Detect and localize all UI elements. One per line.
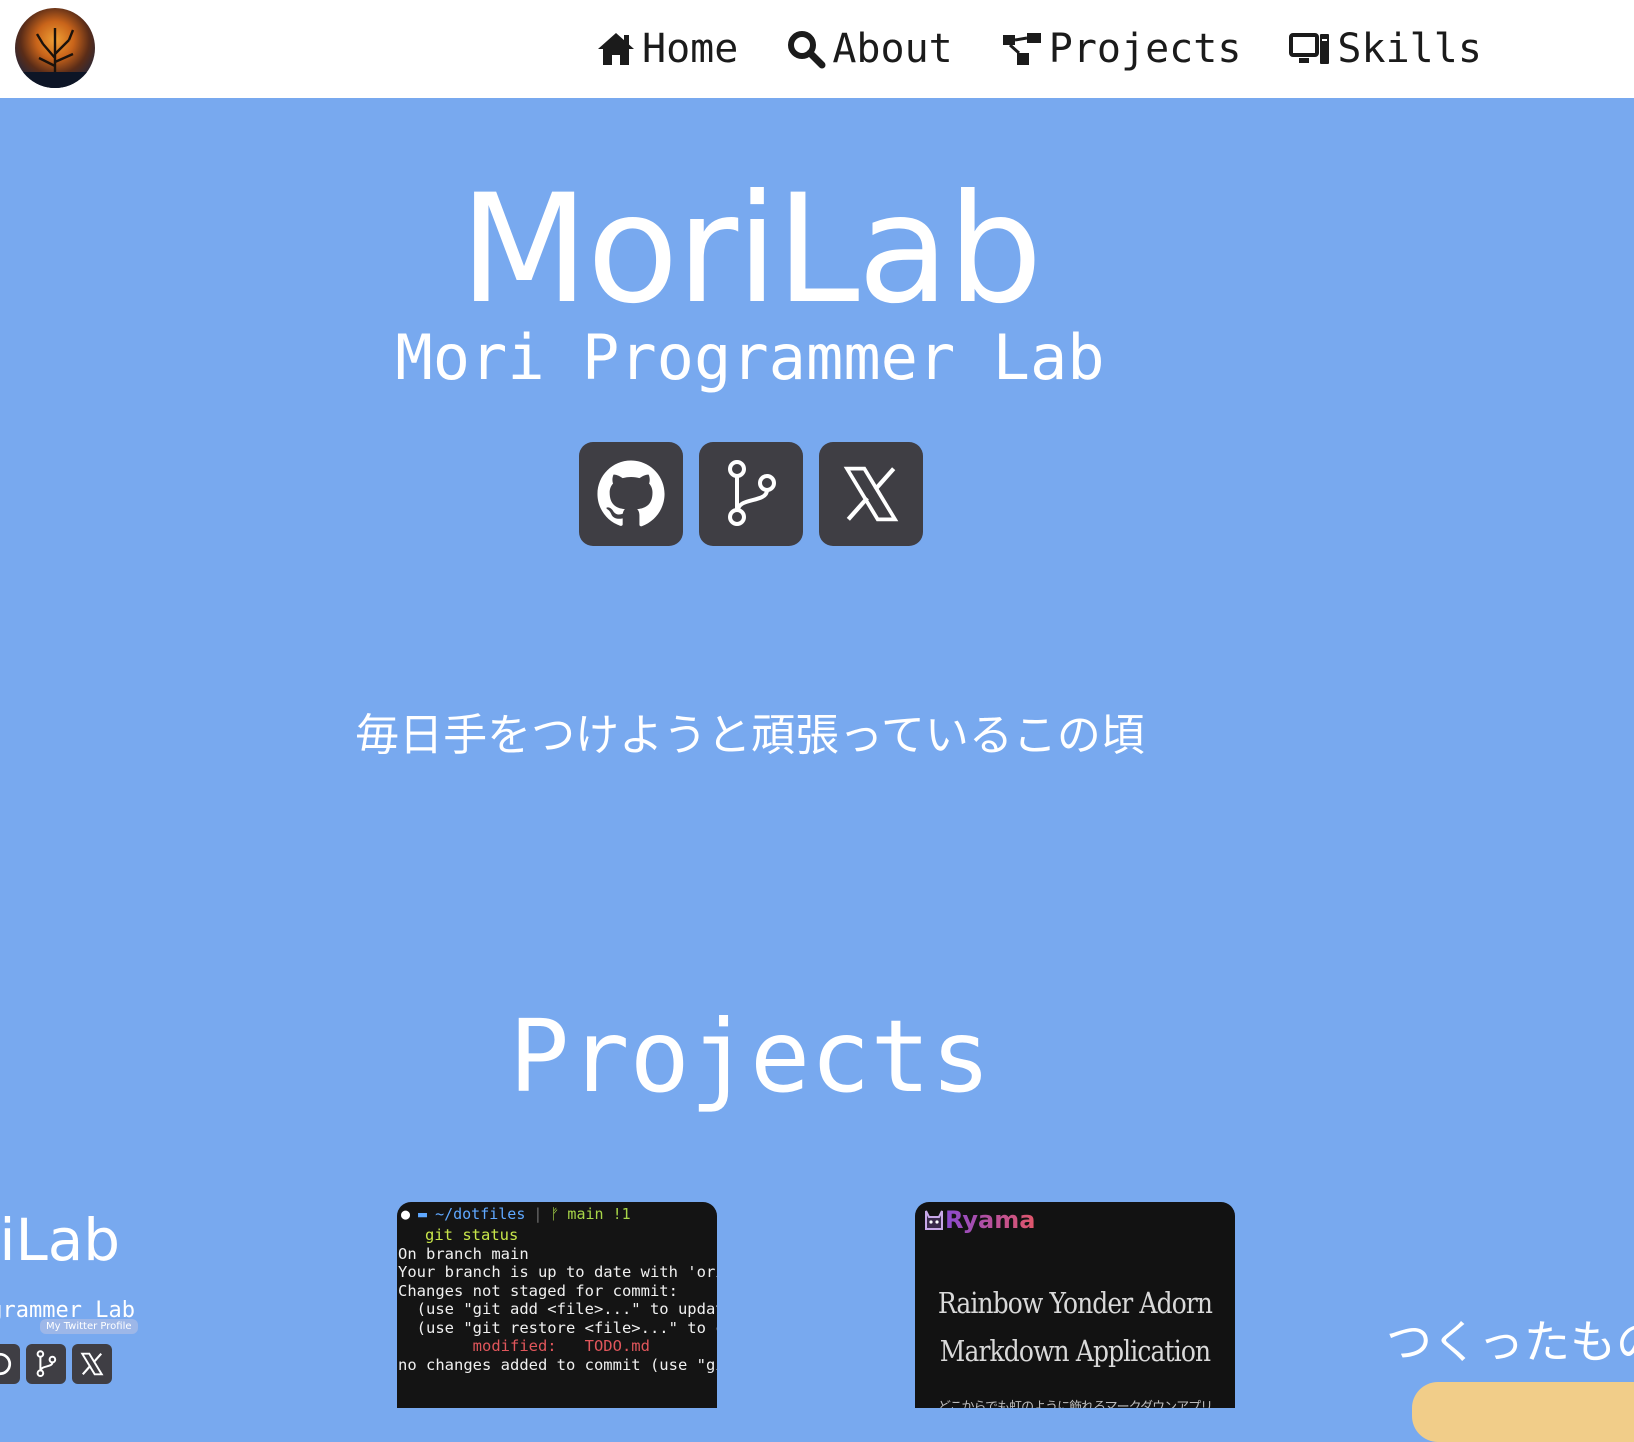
tree-logo-image (15, 28, 95, 88)
thumb-title: oriLab (0, 1208, 121, 1274)
sitemap-icon (1002, 33, 1041, 65)
terminal-output-line: (use "git restore <file>..." to c (398, 1318, 717, 1337)
nav-skills-label: Skills (1337, 26, 1482, 72)
branch-icon: ᚠ (550, 1204, 560, 1223)
nav-about-label: About (832, 26, 953, 72)
x-icon (843, 466, 899, 522)
terminal-output-line: Your branch is up to date with 'ori (398, 1263, 717, 1281)
ryama-caption: どこからでも虹のように飾れるマークダウンアプリ (937, 1400, 1213, 1408)
project-card-morilab-thumb[interactable]: oriLab ogrammer Lab My Twitter Profile (0, 1208, 175, 1408)
ryama-mascot-icon (925, 1210, 943, 1230)
ryama-brand-label: Ryama (945, 1206, 1036, 1234)
thumb-git-branch-icon (26, 1344, 66, 1384)
ryama-line1: Rainbow Yonder Adorn (937, 1286, 1213, 1320)
home-icon (598, 33, 634, 65)
site-logo[interactable] (15, 8, 95, 88)
terminal-branch: main !1 (567, 1204, 631, 1223)
prompt-separator: | (533, 1204, 543, 1223)
terminal-modified-line: modified: TODO.md (398, 1337, 650, 1355)
git-repo-link[interactable] (699, 442, 803, 546)
desktop-icon (1289, 33, 1330, 64)
nav-home[interactable]: Home (596, 26, 738, 72)
terminal-path: ~/dotfiles (435, 1204, 526, 1223)
main-nav: Home About Projects Skills (596, 24, 1530, 74)
terminal-output-line: (use "git add <file>..." to updat (398, 1300, 717, 1318)
github-link[interactable] (579, 442, 683, 546)
apple-icon: ● (401, 1204, 411, 1223)
projects-heading: Projects (509, 998, 991, 1115)
thumb-social-icons (0, 1344, 118, 1384)
project-card-dotfiles[interactable]: ● ▬ ~/dotfiles | ᚠ main !1 git status On… (397, 1202, 717, 1408)
top-navbar: Home About Projects Skills (0, 0, 1634, 98)
project-card-ryama[interactable]: Ryama Rainbow Yonder Adorn Markdown Appl… (915, 1202, 1235, 1408)
project-card-right-button[interactable] (1412, 1382, 1634, 1442)
terminal-prompt: ● ▬ ~/dotfiles | ᚠ main !1 (397, 1202, 717, 1226)
nav-projects[interactable]: Projects (1001, 26, 1242, 72)
terminal-output-line: On branch main (398, 1244, 529, 1263)
project-card-right-title: つくったもの (1386, 1315, 1634, 1369)
social-links (579, 442, 939, 546)
git-branch-icon (728, 460, 776, 526)
nav-about[interactable]: About (786, 26, 953, 72)
nav-home-label: Home (642, 26, 739, 72)
nav-skills[interactable]: Skills (1289, 26, 1482, 72)
x-twitter-link[interactable] (819, 442, 923, 546)
ryama-brand: Ryama (923, 1206, 1035, 1234)
github-icon (597, 460, 665, 527)
folder-icon: ▬ (418, 1204, 428, 1223)
search-icon (788, 31, 826, 69)
hero-tagline: 毎日手をつけようと頑張っているこの頃 (355, 710, 1145, 761)
terminal-command: git status (425, 1226, 519, 1244)
thumb-x-icon (72, 1344, 112, 1384)
thumb-github-icon (0, 1344, 20, 1384)
ryama-line2: Markdown Application (939, 1334, 1211, 1368)
terminal-output-line: Changes not staged for commit: (398, 1281, 678, 1300)
hero-title: MoriLab (459, 163, 1042, 337)
hero-subtitle: Mori Programmer Lab (395, 321, 1105, 394)
nav-projects-label: Projects (1048, 26, 1242, 72)
terminal-output-line: no changes added to commit (use "gi (398, 1355, 717, 1374)
thumb-tooltip: My Twitter Profile (40, 1319, 138, 1334)
